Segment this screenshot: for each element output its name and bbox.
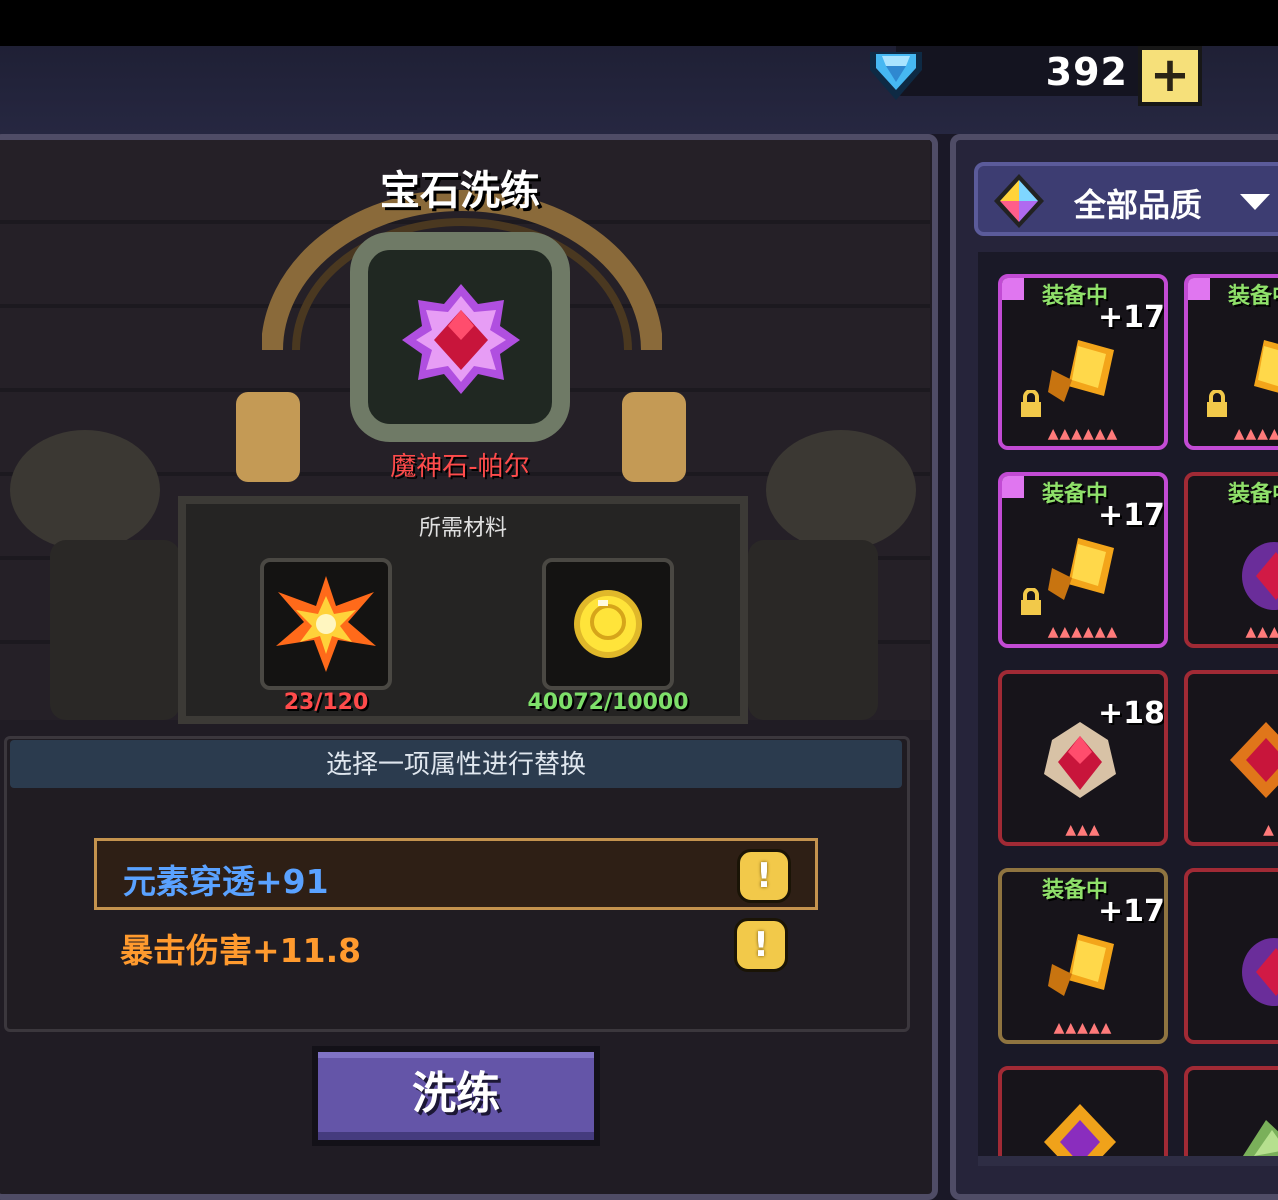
item-level: +17	[1098, 300, 1165, 335]
gold-scroll-icon	[1048, 538, 1114, 600]
quality-filter-label: 全部品质	[1074, 186, 1203, 224]
fire-gem-icon	[1230, 722, 1278, 798]
lock-icon	[1021, 390, 1041, 417]
star-row: ▲▲▲▲▲▲	[1233, 426, 1278, 442]
rarity-corner	[1002, 278, 1024, 300]
material-slot-gold[interactable]	[542, 558, 674, 690]
gold-scroll-icon	[1048, 340, 1114, 402]
info-icon[interactable]: !	[737, 849, 791, 903]
inventory-item[interactable]	[1184, 1066, 1278, 1156]
attribute-row-element-pen[interactable]: 元素穿透+91 !	[94, 838, 818, 910]
inventory-item[interactable]: 装备中 ▲▲▲▲	[1184, 472, 1278, 648]
gem-counter: 392 +	[866, 46, 1210, 106]
inventory-item[interactable]: 装备中 +17 ▲▲▲▲▲▲	[998, 472, 1168, 648]
gold-coin-icon	[574, 590, 642, 658]
inventory-item[interactable]: 装备中 +17 ▲▲▲▲▲▲	[998, 274, 1168, 450]
chevron-down-icon	[1240, 194, 1270, 210]
purple-gem-icon	[1242, 938, 1278, 1006]
inventory-item[interactable]	[1184, 868, 1278, 1044]
pedestal-right	[748, 540, 878, 720]
pedestal-left	[50, 540, 180, 720]
equipped-badge: 装备中	[1228, 284, 1278, 309]
attribute-header: 选择一项属性进行替换	[10, 740, 902, 788]
materials-box: 所需材料 23/120 40072/10000	[178, 496, 748, 724]
red-gem-icon	[1044, 722, 1116, 798]
fire-essence-icon	[276, 576, 376, 672]
gold-scroll-icon	[1254, 340, 1278, 393]
add-gems-button[interactable]: +	[1138, 46, 1202, 106]
star-row: ▲▲▲▲	[1245, 624, 1278, 640]
reroll-button[interactable]: 洗练	[312, 1046, 600, 1146]
demon-gem-icon	[402, 284, 520, 394]
inventory-item[interactable]: ▲	[1184, 670, 1278, 846]
gem-name: 魔神石-帕尔	[390, 452, 530, 482]
flame-gem-icon	[1044, 1104, 1116, 1156]
star-row: ▲▲▲▲▲▲	[1047, 426, 1119, 442]
attribute-label: 元素穿透+91	[123, 862, 329, 901]
leaf-item-icon	[1242, 1120, 1278, 1156]
lock-icon	[1021, 588, 1041, 615]
equipped-badge: 装备中	[1228, 482, 1278, 507]
materials-title: 所需材料	[418, 516, 507, 541]
attribute-row-crit-damage[interactable]: 暴击伤害+11.8 !	[94, 910, 818, 982]
star-row: ▲	[1263, 822, 1275, 838]
star-row: ▲▲▲▲▲	[1053, 1020, 1113, 1036]
purple-gem-icon	[1242, 542, 1278, 610]
inventory-grid: 装备中 +17 ▲▲▲▲▲▲ 装备中 ▲▲▲▲▲▲ 装备中 +17 ▲▲▲▲▲▲…	[978, 252, 1278, 1156]
diamond-icon	[870, 52, 922, 100]
item-level: +17	[1098, 894, 1165, 929]
info-icon[interactable]: !	[734, 918, 788, 972]
star-row: ▲▲▲▲▲▲	[1047, 624, 1119, 640]
rainbow-gem-icon	[994, 174, 1044, 228]
inventory-item[interactable]	[998, 1066, 1168, 1156]
gold-count: 40072/10000	[527, 690, 689, 715]
gem-count: 392	[1045, 50, 1128, 94]
material-slot-essence[interactable]	[260, 558, 392, 690]
pillar-right	[622, 392, 686, 482]
inventory-item[interactable]: 装备中 +17 ▲▲▲▲▲	[998, 868, 1168, 1044]
status-bar	[0, 0, 1278, 46]
inventory-bottom-edge	[978, 1156, 1278, 1166]
rarity-corner	[1002, 476, 1024, 498]
star-row: ▲▲▲	[1065, 822, 1101, 838]
lock-icon	[1207, 390, 1227, 417]
quality-filter-dropdown[interactable]: 全部品质	[974, 162, 1278, 236]
page-title: 宝石洗练	[380, 168, 540, 214]
essence-count: 23/120	[283, 690, 369, 715]
boulder-right	[766, 430, 916, 550]
attribute-label: 暴击伤害+11.8	[120, 931, 362, 970]
item-level: +17	[1098, 498, 1165, 533]
boulder-left	[10, 430, 160, 550]
inventory-item[interactable]: 装备中 ▲▲▲▲▲▲	[1184, 274, 1278, 450]
gold-scroll-icon	[1048, 934, 1114, 996]
pillar-left	[236, 392, 300, 482]
rarity-corner	[1188, 278, 1210, 300]
inventory-item[interactable]: +18 ▲▲▲	[998, 670, 1168, 846]
